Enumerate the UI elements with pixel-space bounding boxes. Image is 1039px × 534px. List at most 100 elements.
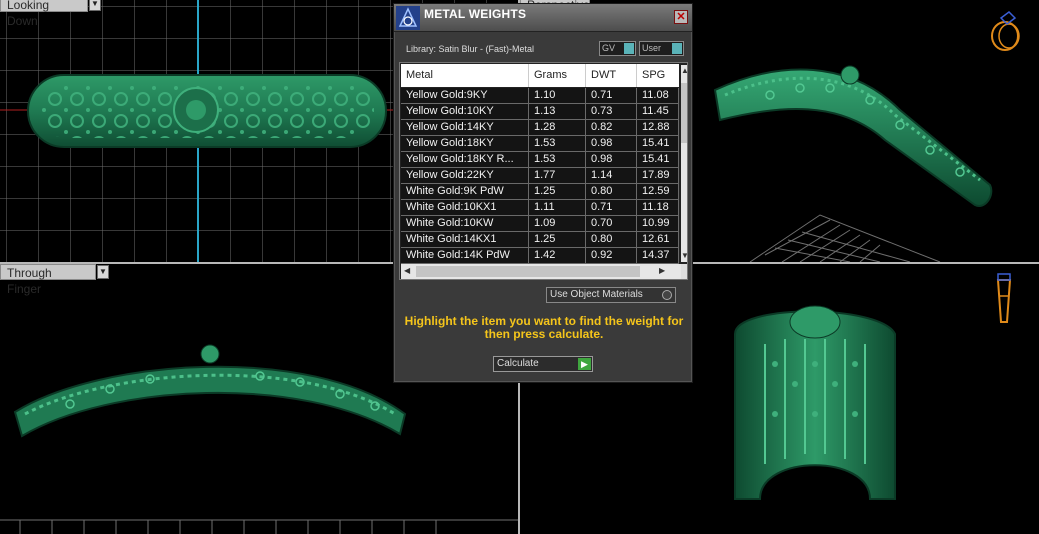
table-row[interactable]: Yellow Gold:18KY 1.53 0.98 15.41 — [401, 136, 679, 152]
ring-front-model[interactable] — [734, 305, 896, 500]
column-header-dwt[interactable]: DWT — [586, 64, 637, 87]
dialog-logo-icon — [396, 6, 420, 30]
gv-toggle-label: GV — [602, 43, 616, 53]
scroll-left-icon[interactable]: ◀ — [404, 267, 410, 275]
cell-dwt: 0.82 — [586, 120, 637, 135]
cell-metal: Yellow Gold:18KY — [401, 136, 529, 151]
dropdown-arrow-icon[interactable]: ▼ — [97, 265, 109, 279]
cell-metal: Yellow Gold:10KY — [401, 104, 529, 119]
calculate-label: Calculate — [497, 358, 539, 369]
cell-grams: 1.13 — [529, 104, 586, 119]
cell-dwt: 0.73 — [586, 104, 637, 119]
cell-grams: 1.11 — [529, 200, 586, 215]
band-finger-model[interactable] — [13, 344, 407, 438]
cell-metal: White Gold:14KX1 — [401, 232, 529, 247]
table-body: Yellow Gold:9KY 1.10 0.71 11.08 Yellow Gold:… — [401, 88, 679, 264]
band-top-model[interactable] — [27, 74, 387, 148]
radio-icon[interactable] — [662, 290, 672, 300]
cell-spg: 15.41 — [637, 136, 679, 151]
scroll-corner — [681, 264, 687, 279]
table-row[interactable]: White Gold:14KX1 1.25 0.80 12.61 — [401, 232, 679, 248]
use-object-materials-label: Use Object Materials — [550, 289, 643, 300]
cell-dwt: 1.14 — [586, 168, 637, 183]
cell-grams: 1.42 — [529, 248, 586, 263]
scroll-down-icon[interactable]: ▼ — [681, 252, 687, 260]
band-perspective-model[interactable] — [713, 65, 993, 207]
viewport-label-top[interactable]: Looking Down — [0, 0, 88, 28]
vertical-scrollbar[interactable]: ▲ ▼ — [681, 65, 687, 262]
table-row[interactable]: White Gold:10KW 1.09 0.70 10.99 — [401, 216, 679, 232]
user-toggle-label: User — [642, 43, 662, 53]
calculate-button[interactable]: Calculate ▶ — [493, 356, 593, 372]
cell-grams: 1.09 — [529, 216, 586, 231]
cell-metal: White Gold:9K PdW — [401, 184, 529, 199]
cell-spg: 17.89 — [637, 168, 679, 183]
cell-metal: Yellow Gold:22KY — [401, 168, 529, 183]
column-header-metal[interactable]: Metal — [401, 64, 529, 87]
cell-dwt: 0.98 — [586, 136, 637, 151]
instruction-text: Highlight the item you want to find the … — [404, 314, 684, 341]
cell-grams: 1.10 — [529, 88, 586, 103]
horizontal-scrollbar[interactable]: ◀ ▶ — [401, 264, 681, 279]
cell-spg: 14.37 — [637, 248, 679, 263]
cell-metal: Yellow Gold:18KY R... — [401, 152, 529, 167]
cell-dwt: 0.70 — [586, 216, 637, 231]
cell-dwt: 0.71 — [586, 88, 637, 103]
cell-grams: 1.25 — [529, 232, 586, 247]
table-row[interactable]: Yellow Gold:10KY 1.13 0.73 11.45 — [401, 104, 679, 120]
table-row[interactable]: White Gold:9K PdW 1.25 0.80 12.59 — [401, 184, 679, 200]
cell-grams: 1.28 — [529, 120, 586, 135]
cell-spg: 11.18 — [637, 200, 679, 215]
cell-spg: 10.99 — [637, 216, 679, 231]
cell-metal: Yellow Gold:14KY — [401, 120, 529, 135]
scroll-right-icon[interactable]: ▶ — [659, 267, 665, 275]
cell-dwt: 0.71 — [586, 200, 637, 215]
metal-weights-table[interactable]: Metal Grams DWT SPG Yellow Gold:9KY 1.10 0… — [399, 62, 688, 280]
play-icon: ▶ — [578, 358, 591, 370]
cell-metal: White Gold:10KW — [401, 216, 529, 231]
cell-grams: 1.25 — [529, 184, 586, 199]
close-icon[interactable]: ✕ — [674, 10, 688, 24]
finger-orientation-icon[interactable] — [996, 273, 1012, 323]
ring-orientation-icon[interactable] — [991, 11, 1020, 51]
cell-spg: 12.88 — [637, 120, 679, 135]
cell-dwt: 0.80 — [586, 184, 637, 199]
cell-dwt: 0.98 — [586, 152, 637, 167]
vertical-scroll-thumb[interactable] — [681, 83, 687, 143]
toggle-knob — [672, 43, 682, 54]
matrix-workspace: Looking Down ▼ Through Finger ▼ METAL WE… — [0, 0, 1039, 534]
dropdown-arrow-icon[interactable]: ▼ — [89, 0, 101, 11]
cell-grams: 1.53 — [529, 136, 586, 151]
table-row[interactable]: Yellow Gold:9KY 1.10 0.71 11.08 — [401, 88, 679, 104]
cell-grams: 1.77 — [529, 168, 586, 183]
column-header-grams[interactable]: Grams — [529, 64, 586, 87]
cell-spg: 12.59 — [637, 184, 679, 199]
metal-weights-dialog: METAL WEIGHTS ✕ Library: Satin Blur - (F… — [393, 3, 693, 383]
table-row[interactable]: Yellow Gold:22KY 1.77 1.14 17.89 — [401, 168, 679, 184]
use-object-materials-option[interactable]: Use Object Materials — [546, 287, 676, 303]
table-row[interactable]: White Gold:10KX1 1.11 0.71 11.18 — [401, 200, 679, 216]
table-row[interactable]: Yellow Gold:18KY R... 1.53 0.98 15.41 — [401, 152, 679, 168]
toggle-knob — [624, 43, 634, 54]
cell-metal: White Gold:10KX1 — [401, 200, 529, 215]
cell-metal: White Gold:14K PdW — [401, 248, 529, 263]
cell-grams: 1.53 — [529, 152, 586, 167]
dialog-title: METAL WEIGHTS — [424, 7, 527, 21]
dialog-title-bar[interactable]: METAL WEIGHTS ✕ — [394, 4, 692, 32]
library-label: Library: Satin Blur - (Fast)-Metal — [406, 44, 535, 54]
cell-dwt: 0.80 — [586, 232, 637, 247]
scroll-up-icon[interactable]: ▲ — [681, 67, 687, 75]
cell-spg: 11.08 — [637, 88, 679, 103]
column-header-spg[interactable]: SPG — [637, 64, 679, 87]
perspective-floor-grid — [749, 214, 941, 262]
table-row[interactable]: Yellow Gold:14KY 1.28 0.82 12.88 — [401, 120, 679, 136]
viewport-label-finger[interactable]: Through Finger — [0, 264, 96, 296]
cell-dwt: 0.92 — [586, 248, 637, 263]
gv-toggle[interactable]: GV — [599, 41, 636, 56]
horizontal-scroll-thumb[interactable] — [416, 266, 640, 277]
user-toggle[interactable]: User — [639, 41, 684, 56]
table-header: Metal Grams DWT SPG — [401, 64, 679, 87]
cell-metal: Yellow Gold:9KY — [401, 88, 529, 103]
cell-spg: 15.41 — [637, 152, 679, 167]
table-row[interactable]: White Gold:14K PdW 1.42 0.92 14.37 — [401, 248, 679, 264]
